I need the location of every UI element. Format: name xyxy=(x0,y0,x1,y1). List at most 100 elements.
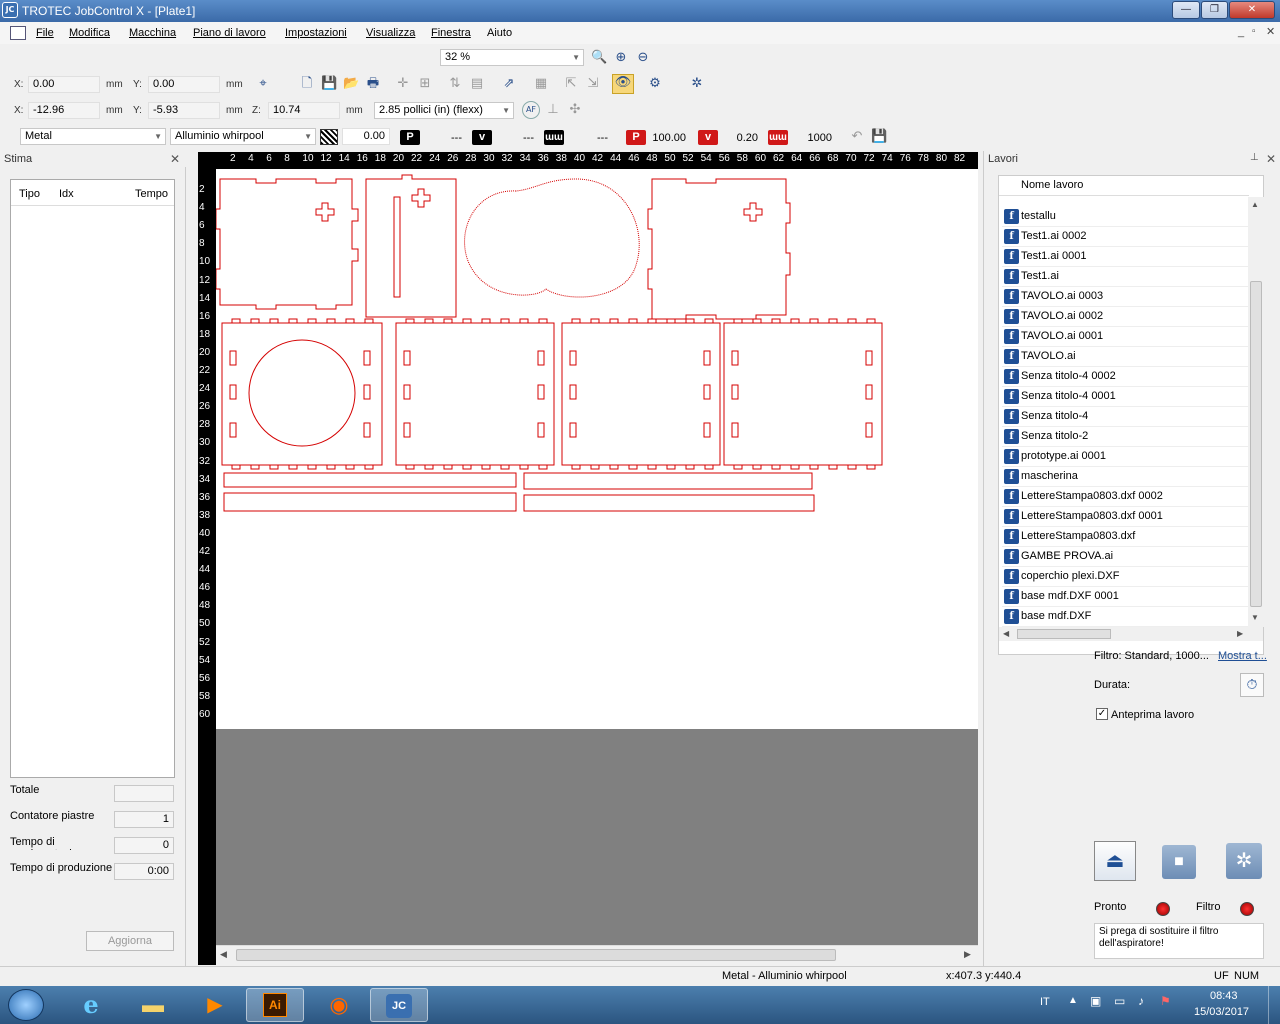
mostra-link[interactable]: Mostra t... xyxy=(1218,650,1267,662)
save-icon[interactable]: 💾 xyxy=(320,75,338,93)
job-row[interactable]: f TAVOLO.ai 0001 xyxy=(1002,327,1248,347)
x-field[interactable]: 0.00 xyxy=(28,76,100,93)
job-row[interactable]: f base mdf.DXF 0001 xyxy=(1002,587,1248,607)
zoom-select[interactable]: 32 % ▼ xyxy=(440,49,584,66)
internet-explorer-icon[interactable]: e xyxy=(62,988,120,1022)
network-icon[interactable]: ▣ xyxy=(1090,994,1101,1008)
jobs-horizontal-scrollbar[interactable]: ◀ ▶ xyxy=(999,627,1263,641)
job-row[interactable]: f TAVOLO.ai 0002 xyxy=(1002,307,1248,327)
send-job-icon[interactable]: ⇗ xyxy=(500,75,518,93)
x-field-2[interactable]: -12.96 xyxy=(28,102,100,119)
tray-expand-icon[interactable]: ▲ xyxy=(1068,995,1078,1006)
frequency-red-value[interactable]: 1000 xyxy=(794,132,832,144)
display-icon[interactable]: ▭ xyxy=(1114,994,1125,1008)
import-icon[interactable]: ⇱ xyxy=(562,75,580,93)
job-row[interactable]: f Senza titolo-4 0001 xyxy=(1002,387,1248,407)
scroll-right-icon[interactable]: ▶ xyxy=(964,949,971,960)
clock-time[interactable]: 08:43 xyxy=(1210,990,1238,1002)
job-row[interactable]: f prototype.ai 0001 xyxy=(1002,447,1248,467)
mdi-close-icon[interactable]: ✕ xyxy=(1266,25,1275,38)
menu-macchina[interactable]: Macchina xyxy=(129,27,176,39)
velocity-value[interactable]: --- xyxy=(498,132,534,144)
align-icon[interactable]: ⊞ xyxy=(416,75,434,93)
media-player-icon[interactable]: ▶ xyxy=(186,988,244,1022)
print-icon[interactable]: 🖶 xyxy=(364,75,382,93)
zoom-out-icon[interactable]: ⊖ xyxy=(634,49,652,67)
clock-icon[interactable]: ⏱ xyxy=(1240,673,1264,697)
scroll-thumb[interactable] xyxy=(236,949,836,961)
action-center-icon[interactable]: ⚑ xyxy=(1160,994,1171,1008)
settings-gear-icon[interactable]: ⚙ xyxy=(646,75,664,93)
job-row[interactable]: f base mdf.DXF xyxy=(1002,607,1248,627)
menu-file[interactable]: File xyxy=(36,27,54,39)
submaterial-select[interactable]: Alluminio whirpool ▼ xyxy=(170,128,316,145)
y-field[interactable]: 0.00 xyxy=(148,76,220,93)
firefox-icon[interactable]: ◉ xyxy=(310,988,368,1022)
scroll-right-icon[interactable]: ▶ xyxy=(1237,629,1243,638)
fan-icon[interactable]: ✲ xyxy=(688,75,706,93)
file-explorer-icon[interactable]: ▬ xyxy=(124,988,182,1022)
job-row[interactable]: f mascherina xyxy=(1002,467,1248,487)
column-nome-lavoro[interactable]: Nome lavoro xyxy=(1021,179,1083,191)
column-idx[interactable]: Idx xyxy=(59,188,74,200)
close-button[interactable]: ✕ xyxy=(1229,1,1275,19)
scroll-left-icon[interactable]: ◀ xyxy=(1003,629,1009,638)
mdi-minimize-icon[interactable]: _ xyxy=(1238,26,1244,38)
job-row[interactable]: f Test1.ai 0001 xyxy=(1002,247,1248,267)
material-select[interactable]: Metal ▼ xyxy=(20,128,166,145)
mdi-restore-icon[interactable]: ▫ xyxy=(1252,26,1256,37)
volume-icon[interactable]: ♪ xyxy=(1138,994,1144,1008)
job-row[interactable]: f Test1.ai xyxy=(1002,267,1248,287)
aggiorna-button[interactable]: Aggiorna xyxy=(86,931,174,951)
jobcontrol-taskbar-icon[interactable]: JC xyxy=(370,988,428,1022)
jobs-hscroll-thumb[interactable] xyxy=(1017,629,1111,639)
power-red-value[interactable]: 100.00 xyxy=(648,132,686,144)
scroll-up-icon[interactable]: ▲ xyxy=(1251,200,1259,209)
menu-impostazioni[interactable]: Impostazioni xyxy=(285,27,347,39)
frequency-value[interactable]: --- xyxy=(570,132,608,144)
clock-date[interactable]: 15/03/2017 xyxy=(1194,1006,1249,1018)
minimize-button[interactable]: — xyxy=(1172,1,1200,19)
scroll-down-icon[interactable]: ▼ xyxy=(1251,613,1259,622)
autofocus-icon[interactable]: AF xyxy=(522,101,540,119)
preview-eye-icon[interactable]: 👁 xyxy=(612,74,634,94)
zoom-in-icon[interactable]: ⊕ xyxy=(612,49,630,67)
stima-list[interactable]: Tipo Idx Tempo xyxy=(10,179,175,778)
y-field-2[interactable]: -5.93 xyxy=(148,102,220,119)
show-desktop-button[interactable] xyxy=(1268,986,1280,1024)
jobs-vertical-scrollbar[interactable]: ▲ ▼ xyxy=(1248,197,1264,627)
column-tipo[interactable]: Tipo xyxy=(19,188,40,200)
job-row[interactable]: f TAVOLO.ai 0003 xyxy=(1002,287,1248,307)
job-row[interactable]: f Senza titolo-4 xyxy=(1002,407,1248,427)
layers-icon[interactable]: ▤ xyxy=(468,75,486,93)
reference-point-icon[interactable]: ⌖ xyxy=(254,75,272,93)
undo-icon[interactable]: ↶ xyxy=(848,128,866,146)
job-row[interactable]: f Senza titolo-2 xyxy=(1002,427,1248,447)
jobs-scroll-thumb[interactable] xyxy=(1250,281,1262,607)
open-folder-icon[interactable]: 📂 xyxy=(342,75,360,93)
scroll-left-icon[interactable]: ◀ xyxy=(220,949,227,960)
xyz-axes-icon[interactable]: ✣ xyxy=(566,101,584,119)
menu-visualizza[interactable]: Visualizza xyxy=(366,27,415,39)
close-icon[interactable]: ✕ xyxy=(170,152,180,166)
menu-piano-di-lavoro[interactable]: Piano di lavoro xyxy=(193,27,266,39)
sort-icon[interactable]: ⇅ xyxy=(446,75,464,93)
job-row[interactable]: f coperchio plexi.DXF xyxy=(1002,567,1248,587)
z-field[interactable]: 10.74 xyxy=(268,102,340,119)
crosshair-icon[interactable]: ✛ xyxy=(394,75,412,93)
horizontal-scrollbar[interactable]: ◀ ▶ xyxy=(216,945,978,963)
grid-icon[interactable]: ▦ xyxy=(532,75,550,93)
power-value[interactable]: --- xyxy=(426,132,462,144)
menu-modifica[interactable]: Modifica xyxy=(69,27,110,39)
job-row[interactable]: f GAMBE PROVA.ai xyxy=(1002,547,1248,567)
job-row[interactable]: f testallu xyxy=(1002,207,1248,227)
column-tempo[interactable]: Tempo xyxy=(135,188,168,200)
zoom-fit-icon[interactable]: 🔍 xyxy=(590,49,608,67)
new-file-icon[interactable]: 🗋 xyxy=(298,75,316,93)
document-icon[interactable] xyxy=(10,26,26,40)
job-row[interactable]: f Senza titolo-4 0002 xyxy=(1002,367,1248,387)
maximize-button[interactable]: ❐ xyxy=(1201,1,1228,19)
velocity-red-value[interactable]: 0.20 xyxy=(722,132,758,144)
job-row[interactable]: f Test1.ai 0002 xyxy=(1002,227,1248,247)
usb-connect-button[interactable]: ⏏ xyxy=(1094,841,1136,881)
